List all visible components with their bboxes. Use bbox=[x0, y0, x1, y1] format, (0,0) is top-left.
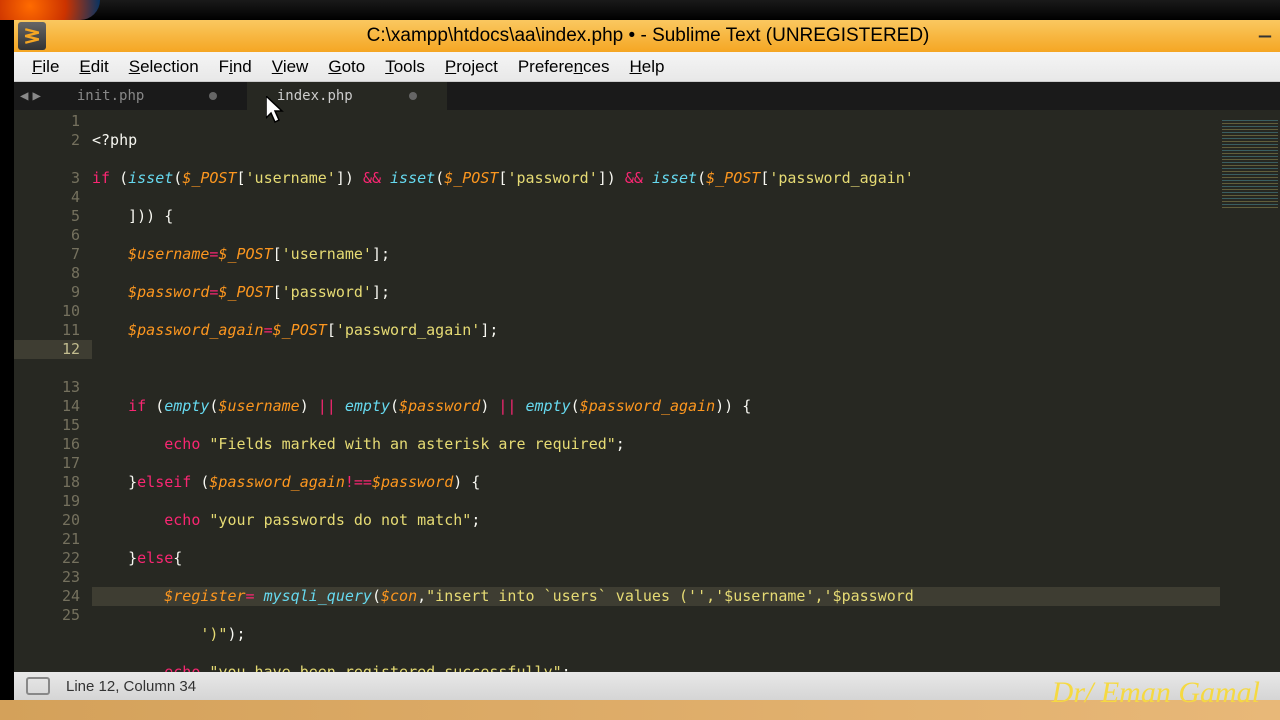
tab-label: index.php bbox=[277, 88, 353, 104]
menu-tools[interactable]: Tools bbox=[375, 53, 435, 81]
menu-edit[interactable]: Edit bbox=[69, 53, 118, 81]
menu-preferences[interactable]: Preferences bbox=[508, 53, 620, 81]
watermark-text: Dr/ Eman Gamal bbox=[1052, 676, 1260, 710]
window-title: C:\xampp\htdocs\aa\index.php • - Sublime… bbox=[46, 25, 1250, 47]
desktop-background-top bbox=[0, 0, 1280, 20]
menubar: File Edit Selection Find View Goto Tools… bbox=[14, 52, 1280, 82]
tab-label: init.php bbox=[77, 88, 144, 104]
menu-selection[interactable]: Selection bbox=[119, 53, 209, 81]
titlebar[interactable]: C:\xampp\htdocs\aa\index.php • - Sublime… bbox=[14, 20, 1280, 52]
panel-toggle-icon[interactable] bbox=[26, 677, 50, 695]
menu-project[interactable]: Project bbox=[435, 53, 508, 81]
minimap[interactable] bbox=[1220, 110, 1280, 672]
cursor-position: Line 12, Column 34 bbox=[66, 678, 196, 695]
tab-init[interactable]: init.php bbox=[47, 82, 247, 110]
app-icon bbox=[18, 22, 46, 50]
menu-goto[interactable]: Goto bbox=[318, 53, 375, 81]
minimap-preview bbox=[1222, 120, 1278, 210]
tab-index[interactable]: index.php bbox=[247, 82, 447, 110]
modified-dot-icon bbox=[209, 92, 217, 100]
modified-dot-icon bbox=[409, 92, 417, 100]
menu-view[interactable]: View bbox=[262, 53, 319, 81]
tab-prev-icon[interactable]: ◀ bbox=[20, 88, 28, 104]
code-content[interactable]: <?php if (isset($_POST['username']) && i… bbox=[92, 110, 1220, 672]
firefox-icon bbox=[0, 0, 100, 20]
minimize-button[interactable]: − bbox=[1250, 22, 1280, 50]
editor[interactable]: 1 2 3 4 5 6 7 8 9 10 11 12 13 14 15 16 1… bbox=[14, 110, 1280, 672]
menu-find[interactable]: Find bbox=[209, 53, 262, 81]
sublime-window: C:\xampp\htdocs\aa\index.php • - Sublime… bbox=[14, 20, 1280, 700]
line-gutter: 1 2 3 4 5 6 7 8 9 10 11 12 13 14 15 16 1… bbox=[14, 110, 92, 672]
menu-help[interactable]: Help bbox=[620, 53, 675, 81]
tab-next-icon[interactable]: ▶ bbox=[32, 88, 40, 104]
tab-nav: ◀ ▶ bbox=[14, 88, 47, 104]
menu-file[interactable]: File bbox=[22, 53, 69, 81]
tabbar: ◀ ▶ init.php index.php bbox=[14, 82, 1280, 110]
